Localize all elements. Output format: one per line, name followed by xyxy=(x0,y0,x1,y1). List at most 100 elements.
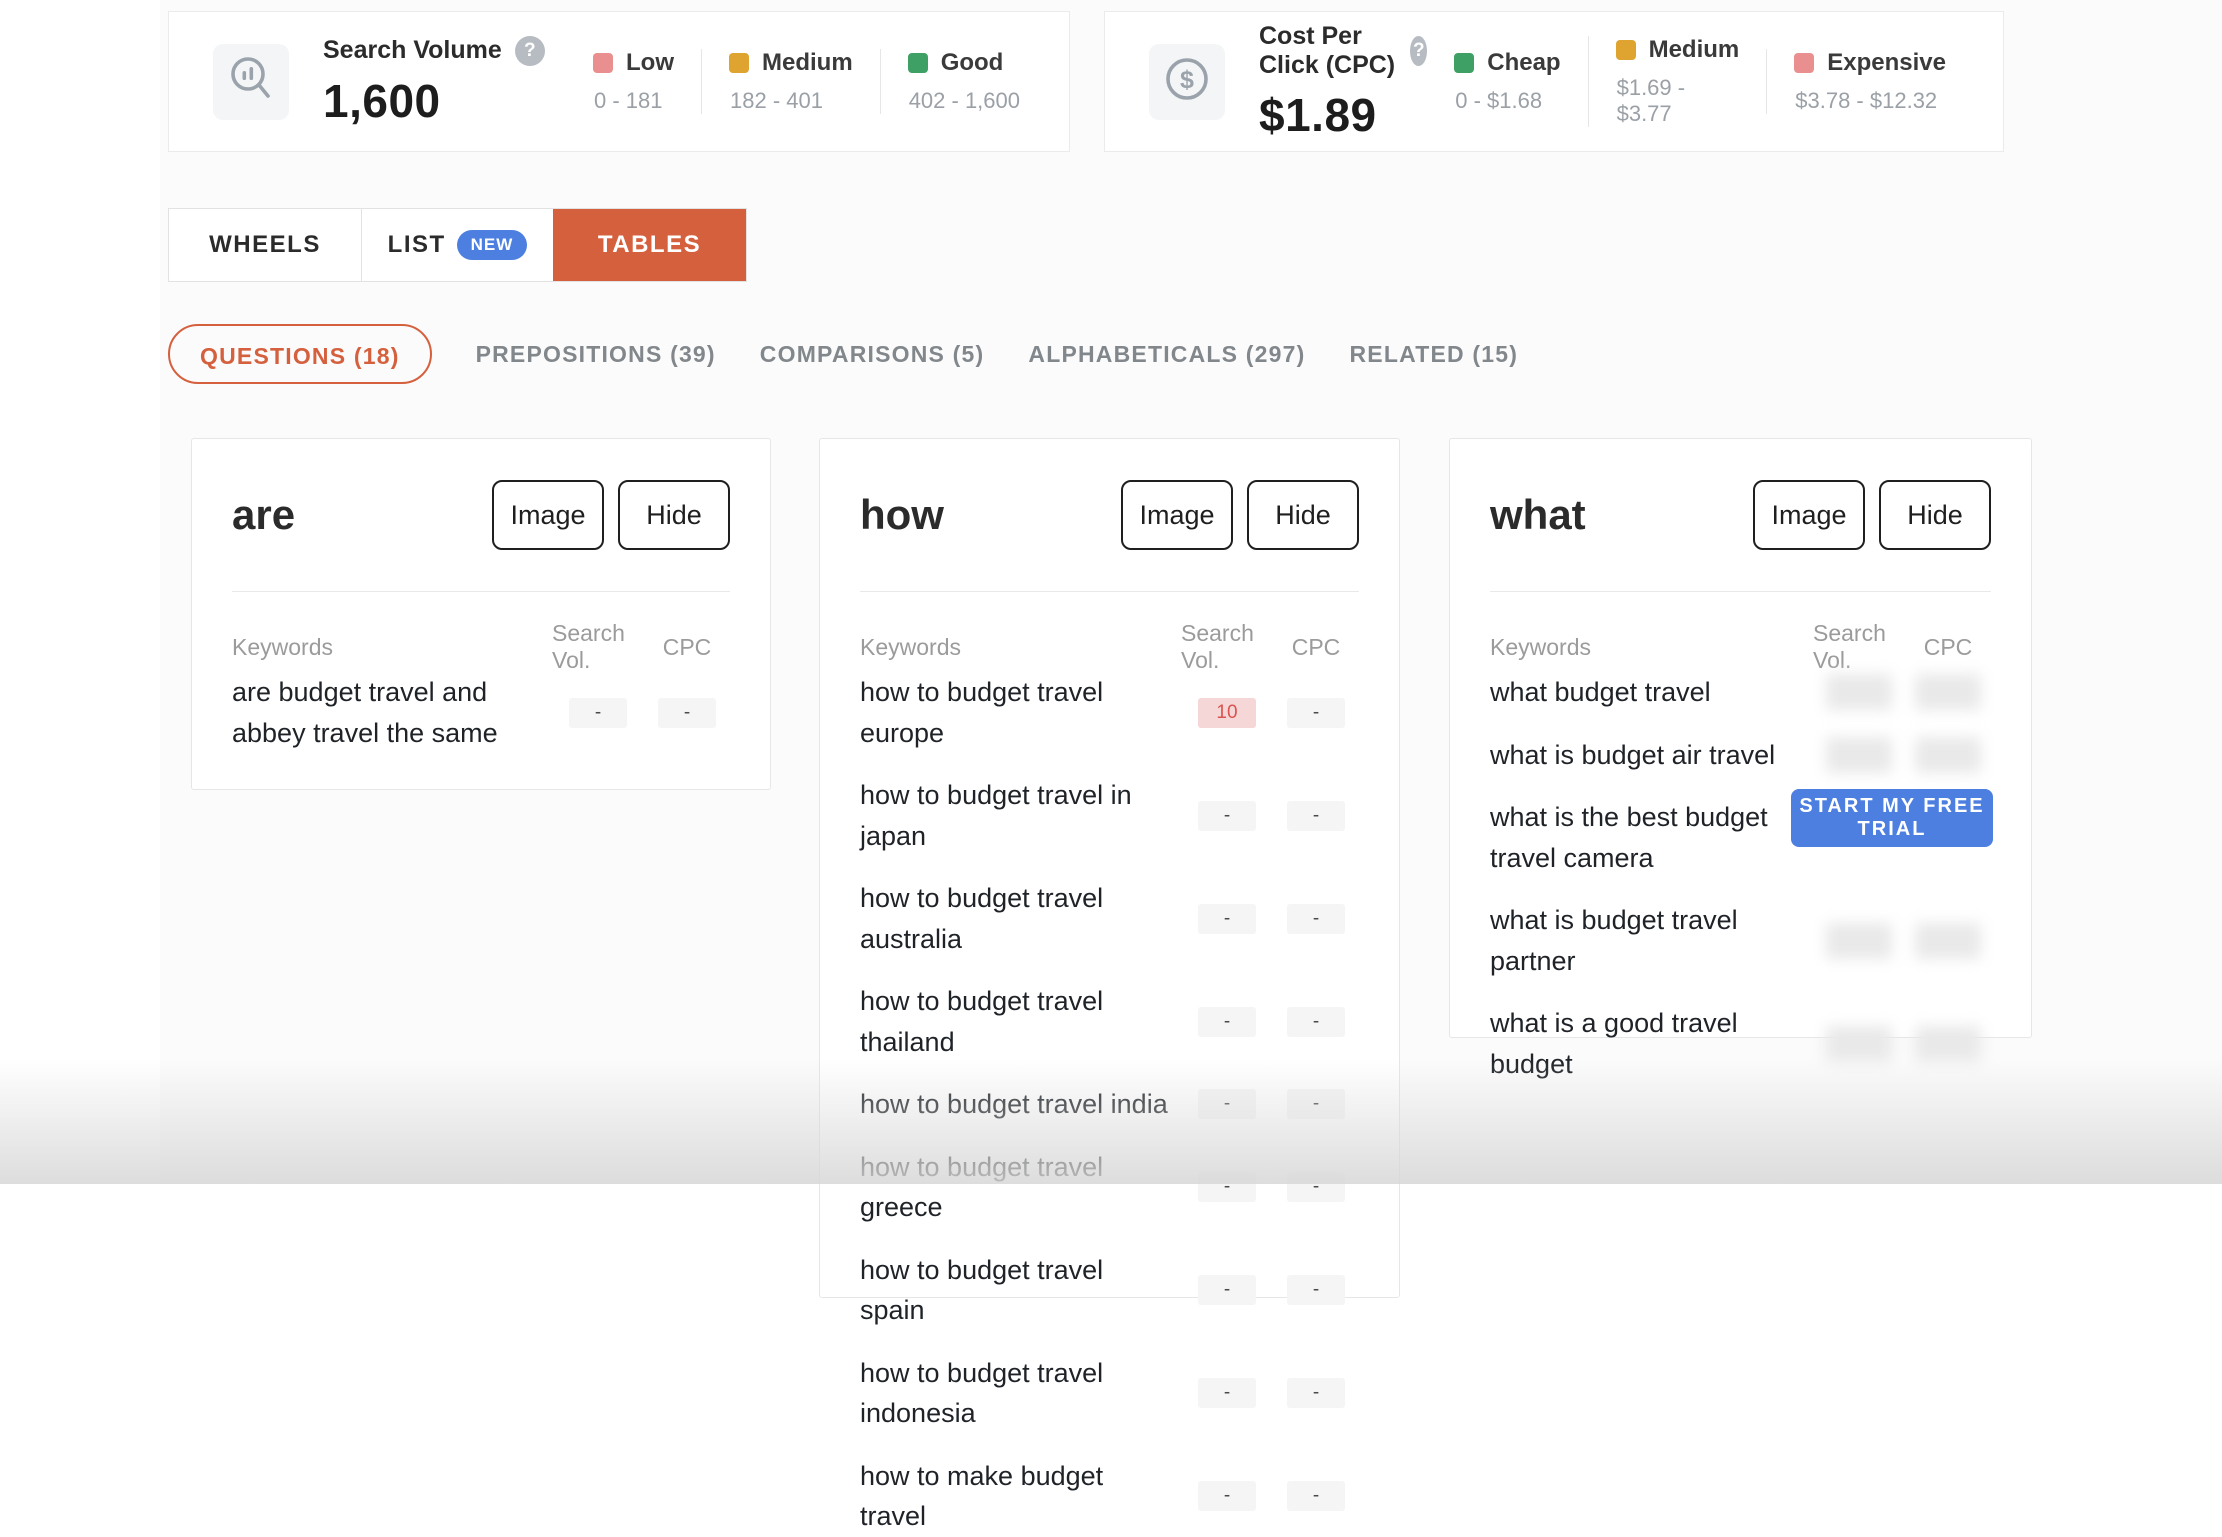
column-headers: Keywords Search Vol. CPC xyxy=(860,620,1359,673)
keywords-column-header: Keywords xyxy=(1490,633,1591,660)
keyword-text: how to budget travel indonesia xyxy=(860,1357,1104,1429)
image-button[interactable]: Image xyxy=(492,480,604,550)
tab-tables-label: TABLES xyxy=(597,231,702,258)
medium-cpc-swatch-icon xyxy=(1615,40,1636,60)
search-vol-value: - xyxy=(1198,800,1256,831)
medium-label: Medium xyxy=(762,49,853,76)
expensive-swatch-icon xyxy=(1794,53,1815,73)
keyword-row: what budget travel xyxy=(1490,672,1991,713)
medium-swatch-icon xyxy=(729,53,750,73)
expensive-label: Expensive xyxy=(1827,49,1946,76)
keyword-text: how to make budget travel xyxy=(860,1460,1104,1532)
legend-item-cheap: Cheap 0 - $1.68 xyxy=(1427,49,1587,114)
legend-item-medium: Medium 182 - 401 xyxy=(701,49,880,114)
expensive-range: $3.78 - $12.32 xyxy=(1795,88,1938,113)
cpc-value: - xyxy=(1287,697,1345,728)
keyword-rows-are: are budget travel and abbey travel the s… xyxy=(232,672,730,753)
cpc-value-blurred xyxy=(1915,736,1981,773)
cpc-value: - xyxy=(1287,1275,1345,1305)
keyword-rows-what: what budget travel what is budget air tra… xyxy=(1490,672,1991,1084)
hide-button[interactable]: Hide xyxy=(1879,480,1991,550)
keyword-text: how to budget travel europe xyxy=(860,677,1104,748)
image-button[interactable]: Image xyxy=(1753,480,1865,550)
search-vol-value-blurred xyxy=(1826,674,1892,711)
tab-prepositions[interactable]: PREPOSITIONS (39) xyxy=(476,341,716,368)
keyword-text: what is budget air travel xyxy=(1490,739,1776,770)
cpc-column-header: CPC xyxy=(662,633,712,660)
cpc-title: Cost Per Click (CPC) xyxy=(1259,21,1396,79)
cheap-label: Cheap xyxy=(1487,49,1561,76)
card-title-what: what xyxy=(1490,491,1586,538)
search-vol-value: 10 xyxy=(1198,697,1256,728)
keyword-text: what budget travel xyxy=(1490,677,1711,707)
card-title-how: how xyxy=(860,491,944,538)
keywords-column-header: Keywords xyxy=(860,633,961,660)
column-headers: Keywords Search Vol. CPC xyxy=(232,620,730,673)
search-vol-column-header: Search Vol. xyxy=(1181,620,1254,673)
search-vol-column-header: Search Vol. xyxy=(552,620,625,673)
cpc-value: - xyxy=(1287,1089,1345,1120)
keyword-row: how to budget travel indonesia - - xyxy=(860,1353,1359,1434)
search-vol-value: - xyxy=(1198,1172,1256,1202)
keyword-card-how: how Image Hide Keywords Search Vol. CPC … xyxy=(819,438,1400,1531)
search-vol-value: - xyxy=(1198,903,1256,934)
keyword-text: how to budget travel thailand xyxy=(860,986,1104,1057)
search-volume-legend: Low 0 - 181 Medium 182 - 401 Good 402 - … xyxy=(566,49,1069,114)
keyword-rows-how: how to budget travel europe 10- how to bud… xyxy=(860,672,1359,1537)
search-vol-value-blurred xyxy=(1826,922,1892,959)
hide-button[interactable]: Hide xyxy=(618,480,730,550)
cheap-swatch-icon xyxy=(1454,53,1475,73)
legend-item-expensive: Expensive $3.78 - $12.32 xyxy=(1766,49,1973,114)
keyword-text: what is budget travel partner xyxy=(1490,905,1738,976)
tab-alphabeticals[interactable]: ALPHABETICALS (297) xyxy=(1028,341,1305,368)
tab-related[interactable]: RELATED (15) xyxy=(1350,341,1519,368)
card-divider xyxy=(860,591,1359,592)
category-tabs: QUESTIONS (18) PREPOSITIONS (39) COMPARI… xyxy=(168,322,1518,386)
keyword-row: how to budget travel india - - xyxy=(860,1084,1359,1125)
medium-cpc-range: $1.69 - $3.77 xyxy=(1616,75,1686,126)
keywords-column-header: Keywords xyxy=(232,633,333,660)
search-volume-title: Search Volume xyxy=(323,36,502,64)
keyword-row: how to budget travel australia - - xyxy=(860,878,1359,959)
cpc-value-blurred xyxy=(1915,1025,1981,1062)
search-volume-card: Search Volume ? 1,600 Low 0 - 181 Medium… xyxy=(168,11,1070,152)
medium-range: 182 - 401 xyxy=(730,88,823,113)
good-label: Good xyxy=(940,49,1004,76)
hide-button[interactable]: Hide xyxy=(1247,480,1359,550)
legend-item-medium-cpc: Medium $1.69 - $3.77 xyxy=(1587,36,1767,127)
keyword-row: how to budget travel thailand - - xyxy=(860,981,1359,1062)
keyword-text: how to budget travel spain xyxy=(860,1254,1104,1326)
cpc-value: - xyxy=(1287,903,1345,934)
cpc-value: - xyxy=(1287,1006,1345,1037)
cpc-column-header: CPC xyxy=(1291,633,1341,660)
keyword-text: what is a good travel budget xyxy=(1490,1008,1738,1079)
cpc-help-icon[interactable]: ? xyxy=(1410,35,1428,66)
keyword-card-what: what Image Hide Keywords Search Vol. CPC… xyxy=(1449,438,2032,1079)
cpc-value: - xyxy=(1287,1378,1345,1408)
card-divider xyxy=(1490,591,1991,592)
keyword-text: how to budget travel india xyxy=(860,1089,1168,1119)
tab-list[interactable]: LIST NEW xyxy=(361,209,553,281)
cpc-value: $1.89 xyxy=(1259,88,1377,141)
tab-comparisons[interactable]: COMPARISONS (5) xyxy=(760,341,985,368)
cpc-column-header: CPC xyxy=(1923,633,1973,660)
keyword-row: what is a good travel budget xyxy=(1490,1003,1991,1084)
column-headers: Keywords Search Vol. CPC xyxy=(1490,620,1991,673)
tab-questions[interactable]: QUESTIONS (18) xyxy=(168,324,432,384)
image-button[interactable]: Image xyxy=(1121,480,1233,550)
tab-wheels[interactable]: WHEELS xyxy=(169,209,361,281)
start-free-trial-button[interactable]: START MY FREE TRIAL xyxy=(1791,789,1993,847)
keyword-row: how to budget travel in japan - - xyxy=(860,775,1359,856)
search-volume-help-icon[interactable]: ? xyxy=(514,35,545,66)
medium-cpc-label: Medium xyxy=(1648,36,1740,63)
low-swatch-icon xyxy=(593,53,614,73)
svg-text:$: $ xyxy=(1180,66,1194,94)
good-range: 402 - 1,600 xyxy=(908,88,1020,113)
cpc-card: $ Cost Per Click (CPC) ? $1.89 Cheap 0 -… xyxy=(1104,11,2004,152)
low-range: 0 - 181 xyxy=(594,88,663,113)
keyword-row: how to budget travel greece - - xyxy=(860,1147,1359,1228)
cpc-legend: Cheap 0 - $1.68 Medium $1.69 - $3.77 Exp… xyxy=(1427,36,2003,127)
tab-tables[interactable]: TABLES xyxy=(553,209,746,281)
keyword-row: how to budget travel europe 10- xyxy=(860,672,1359,753)
card-divider xyxy=(232,591,730,592)
